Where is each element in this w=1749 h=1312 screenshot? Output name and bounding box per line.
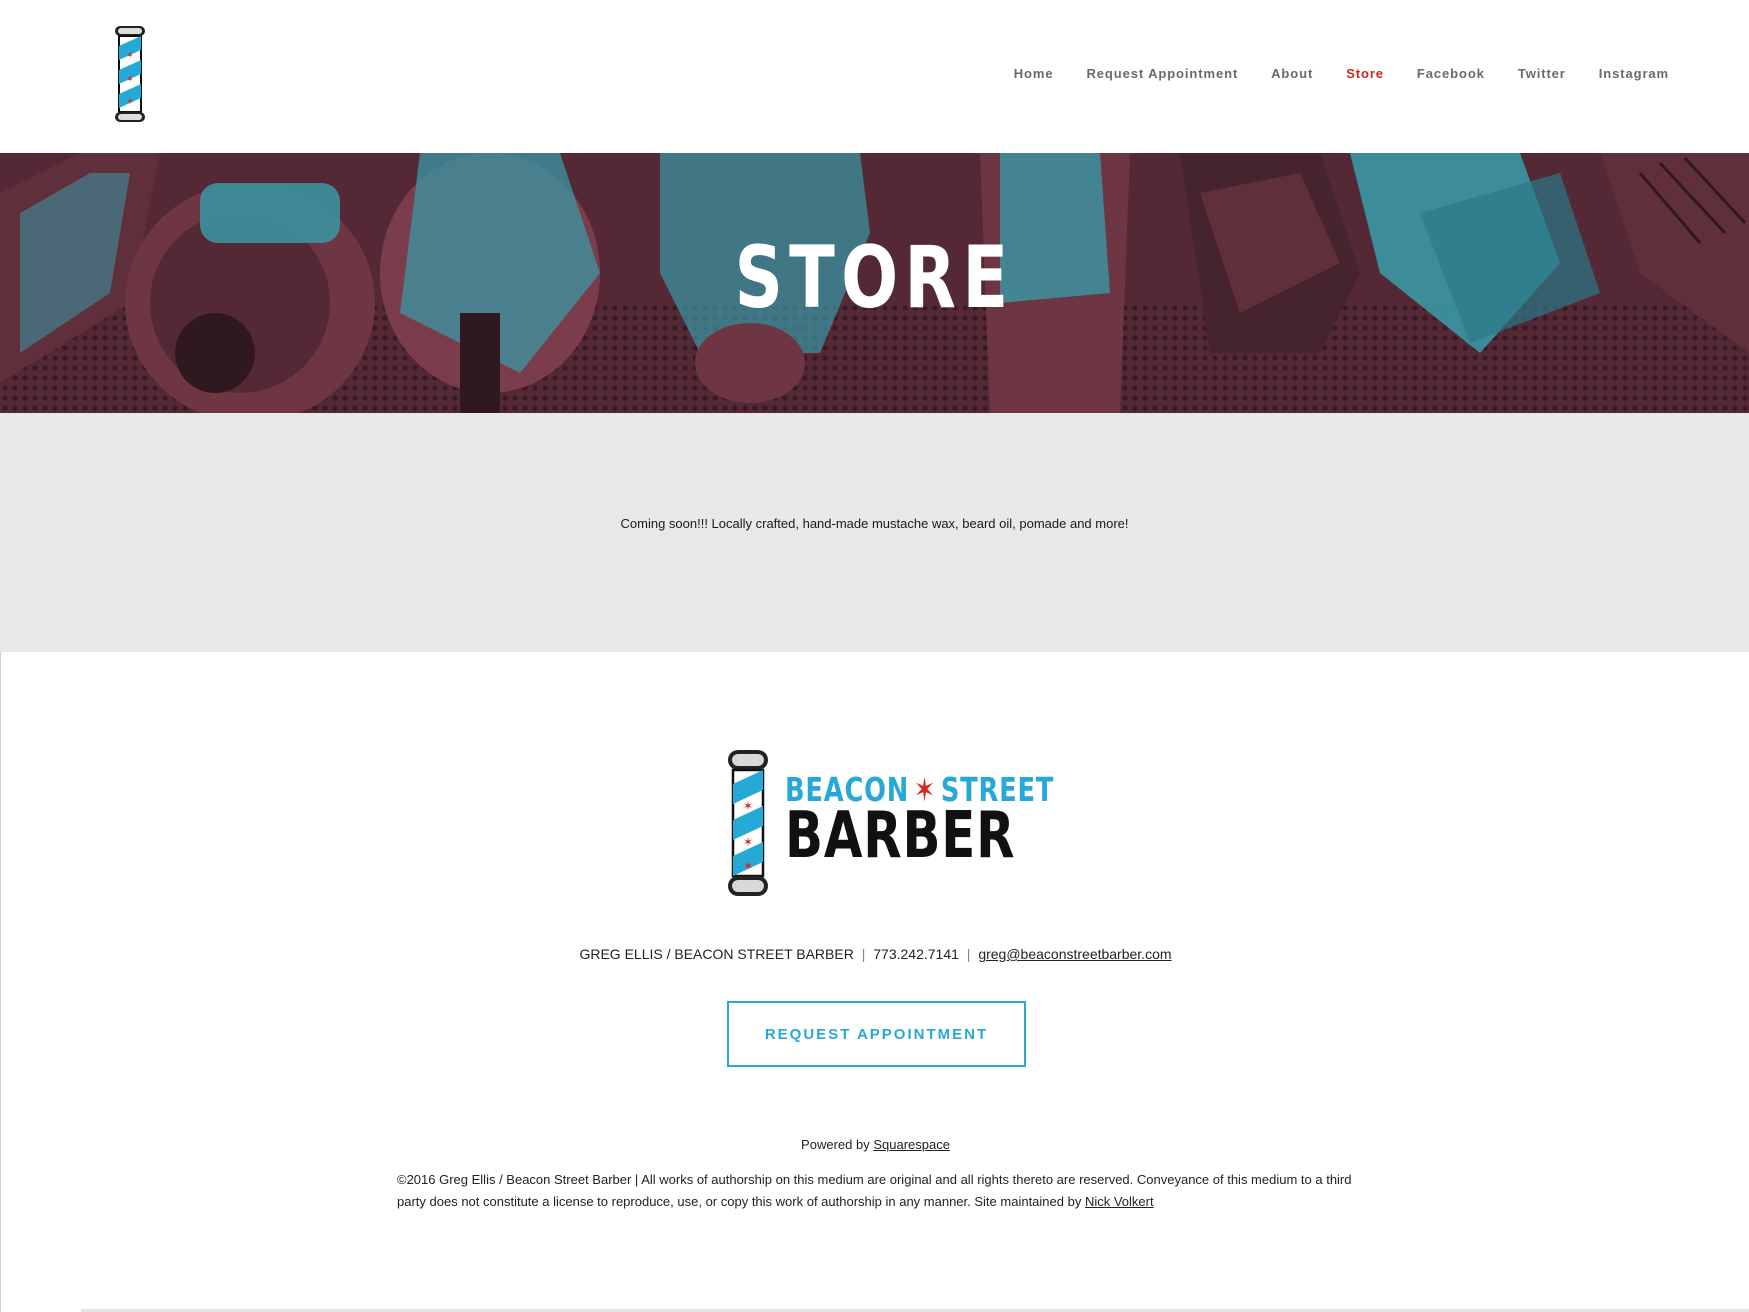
powered-by-label: Powered by — [801, 1137, 870, 1152]
svg-text:✶: ✶ — [743, 859, 753, 873]
nav-instagram[interactable]: Instagram — [1599, 66, 1669, 81]
page-banner: STORE — [0, 153, 1749, 413]
beacon-street-barber-logo: ✶ ✶ ✶ BEACON ✶ STREET BARBER — [725, 748, 1053, 900]
store-content-section: Coming soon!!! Locally crafted, hand-mad… — [0, 413, 1749, 652]
barber-pole-logo-icon[interactable]: ✶ ✶ ✶ — [112, 24, 148, 126]
site-footer: ✶ ✶ ✶ BEACON ✶ STREET BARBER GREG ELLIS / … — [0, 652, 1749, 1312]
main-nav: Home Request Appointment About Store Fac… — [981, 66, 1669, 81]
nav-store[interactable]: Store — [1346, 66, 1384, 81]
maintainer-link[interactable]: Nick Volkert — [1085, 1194, 1154, 1209]
coming-soon-text: Coming soon!!! Locally crafted, hand-mad… — [620, 516, 1129, 531]
svg-text:✶: ✶ — [743, 799, 753, 813]
svg-text:✶: ✶ — [126, 96, 134, 106]
nav-facebook[interactable]: Facebook — [1417, 66, 1485, 81]
site-header: ✶ ✶ ✶ Home Request Appointment About Sto… — [0, 0, 1749, 153]
contact-phone: 773.242.7141 — [873, 946, 959, 962]
separator: | — [966, 946, 971, 962]
legal-text: ©2016 Greg Ellis / Beacon Street Barber … — [397, 1172, 1352, 1209]
separator: | — [861, 946, 866, 962]
nav-request-appointment[interactable]: Request Appointment — [1086, 66, 1238, 81]
nav-home[interactable]: Home — [1014, 66, 1054, 81]
contact-email-link[interactable]: greg@beaconstreetbarber.com — [978, 946, 1171, 962]
squarespace-link[interactable]: Squarespace — [873, 1137, 950, 1152]
contact-name: GREG ELLIS / BEACON STREET BARBER — [579, 946, 854, 962]
powered-by: Powered by Squarespace — [1, 1137, 1749, 1152]
page-title: STORE — [734, 228, 1015, 328]
nav-twitter[interactable]: Twitter — [1518, 66, 1566, 81]
contact-line: GREG ELLIS / BEACON STREET BARBER | 773.… — [1, 946, 1749, 962]
svg-text:✶: ✶ — [126, 74, 134, 84]
copyright-notice: ©2016 Greg Ellis / Beacon Street Barber … — [397, 1169, 1367, 1213]
svg-text:✶: ✶ — [126, 50, 134, 60]
brand-word-barber: BARBER — [785, 799, 1016, 873]
request-appointment-button[interactable]: REQUEST APPOINTMENT — [727, 1001, 1026, 1067]
nav-about[interactable]: About — [1271, 66, 1313, 81]
barber-pole-icon: ✶ ✶ ✶ — [728, 750, 768, 896]
svg-text:✶: ✶ — [743, 835, 753, 849]
